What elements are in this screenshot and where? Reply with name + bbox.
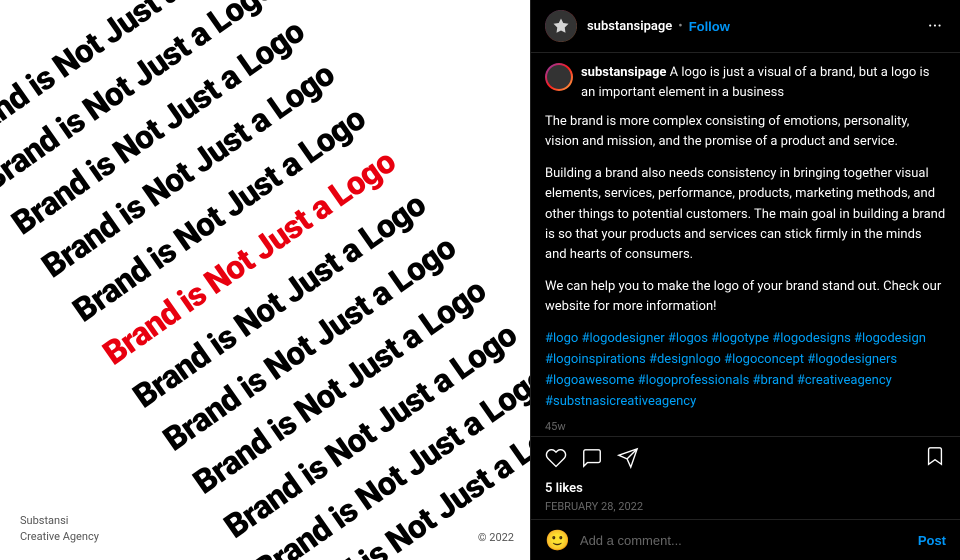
comment-input-area: 🙂 Post — [531, 519, 960, 560]
more-options-button[interactable]: ··· — [924, 16, 946, 37]
copyright: © 2022 — [478, 531, 514, 544]
follow-button[interactable]: Follow — [689, 19, 730, 34]
header-username[interactable]: substansipage — [587, 19, 672, 34]
post-body: substansipage A logo is just a visual of… — [531, 53, 960, 436]
header-info: substansipage • Follow — [587, 19, 924, 34]
avatar-image — [545, 10, 577, 42]
actions-bar — [531, 436, 960, 475]
bookmark-icon — [924, 445, 946, 467]
likes-section: 5 likes — [531, 475, 960, 500]
post-header: substansipage • Follow ··· — [531, 0, 960, 53]
right-panel: substansipage • Follow ··· substansipage… — [530, 0, 960, 560]
post-date: February 28, 2022 — [531, 500, 960, 519]
post-comment-button[interactable]: Post — [918, 533, 946, 548]
dot-separator: • — [678, 19, 682, 34]
caption-text: substansipage A logo is just a visual of… — [581, 63, 946, 102]
avatar[interactable] — [545, 10, 577, 42]
caption-header: substansipage A logo is just a visual of… — [545, 63, 946, 102]
caption-avatar[interactable] — [545, 63, 573, 91]
paragraph-1: The brand is more complex consisting of … — [545, 112, 946, 152]
hashtags: #logo #logodesigner #logos #logotype #lo… — [545, 329, 946, 412]
heart-icon — [545, 447, 567, 469]
bookmark-button[interactable] — [924, 445, 946, 471]
likes-count: 5 likes — [545, 481, 583, 496]
share-icon — [617, 447, 639, 469]
caption-avatar-image — [547, 65, 571, 89]
share-button[interactable] — [617, 447, 639, 469]
comment-icon — [581, 447, 603, 469]
brand-text-overlay: Brand is Not Just a Logo Brand is Not Ju… — [0, 0, 530, 560]
watermark: Substansi Creative Agency — [20, 513, 99, 544]
caption-username: substansipage — [581, 65, 666, 80]
like-button[interactable] — [545, 447, 567, 469]
post-timestamp: 45w — [545, 420, 946, 433]
action-icons — [545, 447, 924, 469]
comment-button[interactable] — [581, 447, 603, 469]
paragraph-2: Building a brand also needs consistency … — [545, 164, 946, 265]
post-image: Brand is Not Just a Logo Brand is Not Ju… — [0, 0, 530, 560]
emoji-button[interactable]: 🙂 — [545, 528, 570, 552]
paragraph-3: We can help you to make the logo of your… — [545, 277, 946, 317]
comment-input[interactable] — [580, 533, 908, 548]
